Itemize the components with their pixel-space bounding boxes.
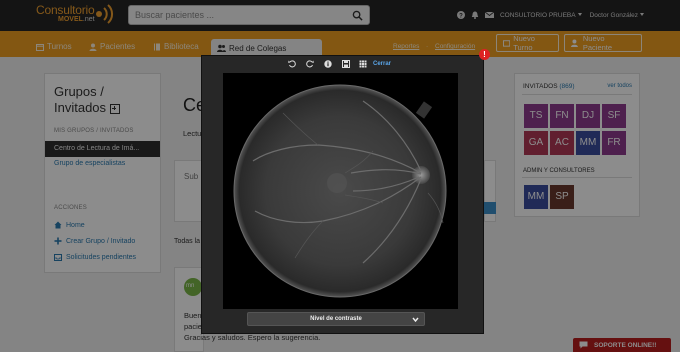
rotate-right-icon[interactable] <box>306 60 314 68</box>
retina-image[interactable] <box>223 73 458 309</box>
contrast-label: Nivel de contraste <box>310 316 362 322</box>
info-icon[interactable] <box>324 60 332 68</box>
chevron-down-icon <box>412 317 419 323</box>
fundus-photo <box>223 73 458 309</box>
save-icon[interactable] <box>342 60 350 68</box>
error-badge: ! <box>479 49 490 60</box>
grid-icon[interactable] <box>359 60 367 68</box>
image-viewer-modal: Cerrar Nivel de contraste <box>201 55 484 334</box>
rotate-left-icon[interactable] <box>288 60 296 68</box>
contrast-select[interactable]: Nivel de contraste <box>247 312 425 326</box>
close-viewer-link[interactable]: Cerrar <box>373 61 391 67</box>
